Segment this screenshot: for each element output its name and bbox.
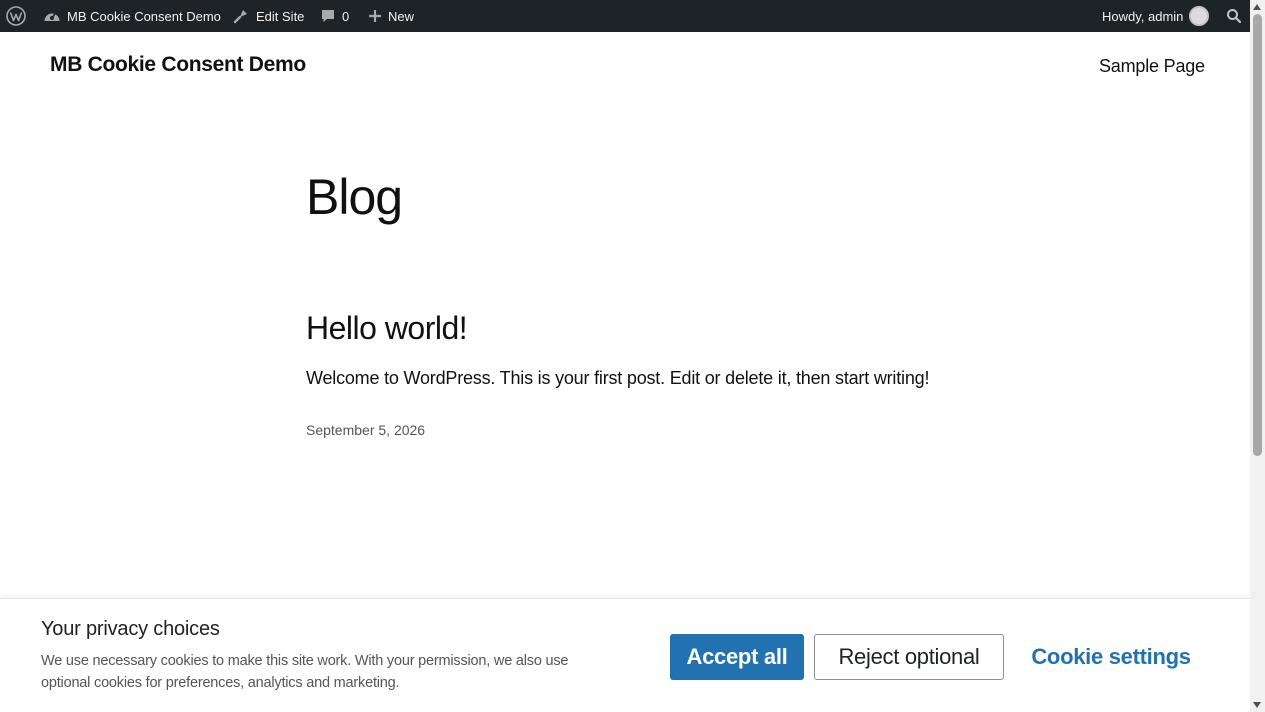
site-name-label: MB Cookie Consent Demo (67, 8, 221, 24)
cookie-banner-title: Your privacy choices (41, 618, 220, 640)
edit-site-label: Edit Site (256, 8, 305, 24)
plus-icon (368, 9, 382, 23)
edit-site-link[interactable]: Edit Site (232, 0, 304, 32)
cookie-consent-banner: Your privacy choices We use necessary co… (0, 598, 1250, 712)
howdy-label: Howdy, admin (1102, 8, 1184, 24)
site-title[interactable]: MB Cookie Consent Demo (50, 53, 306, 77)
search-icon (1226, 8, 1242, 24)
new-label: New (388, 8, 415, 24)
brush-icon (232, 7, 250, 25)
cookie-settings-button[interactable]: Cookie settings (1018, 634, 1204, 680)
post-date: September 5, 2026 (306, 422, 426, 438)
dashboard-gauge-icon (43, 8, 61, 24)
vertical-scrollbar[interactable] (1250, 0, 1265, 712)
wordpress-logo-button[interactable] (6, 0, 26, 32)
site-name-link[interactable]: MB Cookie Consent Demo (43, 0, 221, 32)
admin-bar: MB Cookie Consent Demo Edit Site 0 New H… (0, 0, 1250, 32)
scroll-down-arrow[interactable] (1253, 702, 1261, 708)
cookie-banner-text: We use necessary cookies to make this si… (41, 653, 569, 691)
comments-link[interactable]: 0 (320, 0, 349, 32)
comment-bubble-icon (320, 8, 336, 24)
search-button[interactable] (1226, 0, 1242, 32)
post-excerpt: Welcome to WordPress. This is your first… (306, 368, 930, 388)
post-title-link[interactable]: Hello world! (306, 310, 468, 347)
accept-all-button[interactable]: Accept all (670, 634, 804, 680)
nav-item-sample-page[interactable]: Sample Page (1099, 56, 1205, 77)
account-menu[interactable]: Howdy, admin (1102, 0, 1210, 32)
new-content-link[interactable]: New (368, 0, 414, 32)
page-title: Blog (306, 169, 403, 225)
comments-count: 0 (342, 8, 350, 24)
avatar (1189, 6, 1210, 26)
wordpress-logo-icon (6, 6, 26, 26)
reject-optional-button[interactable]: Reject optional (814, 634, 1004, 680)
scroll-up-arrow[interactable] (1253, 4, 1261, 10)
scrollbar-thumb[interactable] (1253, 14, 1262, 456)
